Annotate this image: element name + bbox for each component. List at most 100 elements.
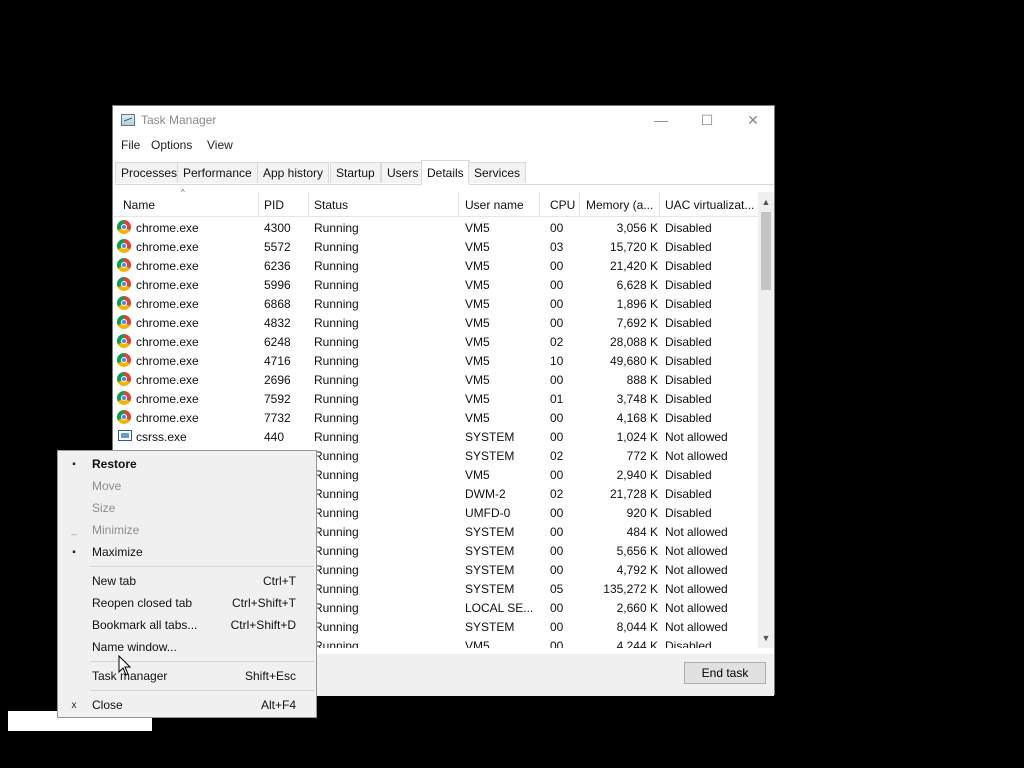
menu-file[interactable]: File xyxy=(121,138,140,152)
cell-pid: 4832 xyxy=(264,316,291,330)
cell-status: Running xyxy=(314,335,359,349)
table-row[interactable]: chrome.exe 6868 Running VM5 00 1,896 K Disable… xyxy=(113,294,758,313)
scroll-up-arrow-icon[interactable]: ▲ xyxy=(758,194,774,210)
cell-memory: 4,244 K xyxy=(616,639,658,648)
cell-name: chrome.exe xyxy=(136,221,199,235)
cell-name: chrome.exe xyxy=(136,297,199,311)
cell-uac: Disabled xyxy=(665,411,712,425)
menu-item-maximize[interactable]: ▪ Maximize xyxy=(58,541,316,563)
cell-status: Running xyxy=(314,449,359,463)
menu-item-size: Size xyxy=(58,497,316,519)
cell-cpu: 01 xyxy=(550,392,564,406)
cell-memory: 3,748 K xyxy=(616,392,658,406)
column-uac[interactable]: UAC virtualizat... xyxy=(665,198,754,212)
tab-app-history[interactable]: App history xyxy=(257,162,330,183)
cell-status: Running xyxy=(314,582,359,596)
menu-view[interactable]: View xyxy=(207,138,233,152)
table-row[interactable]: chrome.exe 5572 Running VM5 03 15,720 K Disabl… xyxy=(113,237,758,256)
table-row[interactable]: chrome.exe 6236 Running VM5 00 21,420 K Disabl… xyxy=(113,256,758,275)
cell-uac: Not allowed xyxy=(665,582,728,596)
menu-item-label: Name window... xyxy=(92,640,177,654)
title-bar[interactable]: Task Manager — ☐ ✕ xyxy=(113,106,774,134)
vertical-scrollbar[interactable]: ▲ ▼ xyxy=(758,192,774,648)
table-row[interactable]: chrome.exe 6248 Running VM5 02 28,088 K Disabl… xyxy=(113,332,758,351)
table-row[interactable]: chrome.exe 7592 Running VM5 01 3,748 K Disable… xyxy=(113,389,758,408)
cell-cpu: 00 xyxy=(550,373,564,387)
cell-uac: Disabled xyxy=(665,354,712,368)
cell-status: Running xyxy=(314,240,359,254)
column-divider[interactable] xyxy=(579,192,580,216)
cell-user-name: UMFD-0 xyxy=(465,506,511,520)
cell-cpu: 00 xyxy=(550,639,564,648)
column-divider[interactable] xyxy=(659,192,660,216)
cell-user-name: VM5 xyxy=(465,639,490,648)
cell-status: Running xyxy=(314,468,359,482)
tab-details[interactable]: Details xyxy=(421,160,470,185)
cell-status: Running xyxy=(314,259,359,273)
chrome-icon xyxy=(117,334,131,348)
menu-item-reopen-closed-tab[interactable]: Reopen closed tab Ctrl+Shift+T xyxy=(58,592,316,614)
column-user-name[interactable]: User name xyxy=(465,198,524,212)
scroll-down-arrow-icon[interactable]: ▼ xyxy=(758,630,774,646)
table-row[interactable]: chrome.exe 4832 Running VM5 00 7,692 K Disable… xyxy=(113,313,758,332)
cell-status: Running xyxy=(314,373,359,387)
table-row[interactable]: chrome.exe 4716 Running VM5 10 49,680 K Disabl… xyxy=(113,351,758,370)
cell-name: chrome.exe xyxy=(136,392,199,406)
tab-performance[interactable]: Performance xyxy=(177,162,258,183)
cell-pid: 4300 xyxy=(264,221,291,235)
menu-item-close[interactable]: x Close Alt+F4 xyxy=(58,694,316,716)
cell-name: chrome.exe xyxy=(136,316,199,330)
mouse-cursor-icon xyxy=(118,655,132,676)
maximize-button[interactable]: ☐ xyxy=(684,106,730,134)
cell-pid: 2696 xyxy=(264,373,291,387)
column-name[interactable]: Name xyxy=(123,198,155,212)
cell-memory: 135,272 K xyxy=(603,582,658,596)
column-memory[interactable]: Memory (a... xyxy=(586,198,653,212)
cell-memory: 21,420 K xyxy=(609,259,658,273)
minimize-button[interactable]: — xyxy=(638,106,684,134)
column-divider[interactable] xyxy=(308,192,309,216)
cell-uac: Not allowed xyxy=(665,544,728,558)
window-context-menu: ▪ Restore Move Size _ Minimize ▪ Maximize New ta… xyxy=(57,450,317,718)
column-status[interactable]: Status xyxy=(314,198,348,212)
cell-uac: Disabled xyxy=(665,373,712,387)
cell-memory: 49,680 K xyxy=(609,354,658,368)
menu-options[interactable]: Options xyxy=(151,138,192,152)
menu-item-restore[interactable]: ▪ Restore xyxy=(58,453,316,475)
cell-uac: Not allowed xyxy=(665,620,728,634)
menu-item-name-window[interactable]: Name window... xyxy=(58,636,316,658)
table-row[interactable]: chrome.exe 2696 Running VM5 00 888 K Disabled xyxy=(113,370,758,389)
cell-status: Running xyxy=(314,506,359,520)
sort-ascending-icon: ^ xyxy=(181,188,185,197)
cell-user-name: SYSTEM xyxy=(465,620,515,634)
tab-startup[interactable]: Startup xyxy=(330,162,381,183)
close-button[interactable]: ✕ xyxy=(730,106,776,134)
cell-cpu: 00 xyxy=(550,430,564,444)
cell-user-name: VM5 xyxy=(465,240,490,254)
column-divider[interactable] xyxy=(458,192,459,216)
table-row[interactable]: chrome.exe 7732 Running VM5 00 4,168 K Disable… xyxy=(113,408,758,427)
cell-name: chrome.exe xyxy=(136,354,199,368)
menu-bar: File Options View xyxy=(113,135,774,155)
menu-item-bookmark-all-tabs[interactable]: Bookmark all tabs... Ctrl+Shift+D xyxy=(58,614,316,636)
cell-uac: Disabled xyxy=(665,259,712,273)
menu-item-new-tab[interactable]: New tab Ctrl+T xyxy=(58,570,316,592)
table-row[interactable]: csrss.exe 440 Running SYSTEM 00 1,024 K Not al… xyxy=(113,427,758,446)
cell-pid: 4716 xyxy=(264,354,291,368)
column-pid[interactable]: PID xyxy=(264,198,284,212)
tab-users[interactable]: Users xyxy=(381,162,425,183)
column-header-row: ^ Name PID Status User name CPU Memory (… xyxy=(113,188,758,217)
end-task-button[interactable]: End task xyxy=(684,662,766,684)
tab-services[interactable]: Services xyxy=(468,162,527,183)
cell-uac: Disabled xyxy=(665,278,712,292)
menu-separator xyxy=(90,566,314,567)
column-cpu[interactable]: CPU xyxy=(550,198,575,212)
column-divider[interactable] xyxy=(258,192,259,216)
tab-processes[interactable]: Processes xyxy=(115,162,184,183)
menu-item-task-manager[interactable]: Task manager Shift+Esc xyxy=(58,665,316,687)
table-row[interactable]: chrome.exe 4300 Running VM5 00 3,056 K Disable… xyxy=(113,218,758,237)
scrollbar-thumb[interactable] xyxy=(761,212,771,290)
table-row[interactable]: chrome.exe 5996 Running VM5 00 6,628 K Disable… xyxy=(113,275,758,294)
column-divider[interactable] xyxy=(539,192,540,216)
cell-memory: 21,728 K xyxy=(609,487,658,501)
